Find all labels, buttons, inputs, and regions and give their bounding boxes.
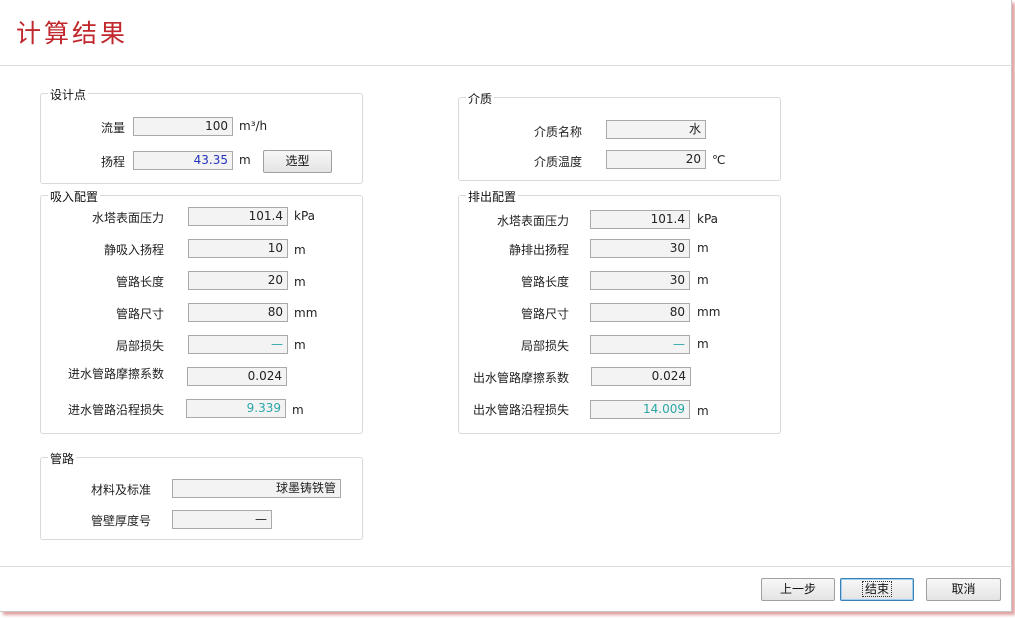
discharge-tower-pressure-field[interactable]: 101.4 [590, 210, 690, 229]
footer-divider [0, 566, 1012, 567]
discharge-friction-coef-field[interactable]: 0.024 [591, 367, 691, 386]
head-field[interactable]: 43.35 [133, 151, 233, 170]
discharge-static-head-unit: m [697, 241, 709, 255]
suction-friction-loss-field[interactable]: 9.339 [186, 399, 286, 418]
flow-label: 流量 [100, 121, 125, 135]
suction-pipe-size-label: 管路尺寸 [115, 307, 164, 321]
suction-friction-loss-label: 进水管路沿程损失 [67, 403, 164, 417]
discharge-pipe-length-unit: m [697, 273, 709, 287]
discharge-static-head-label: 静排出扬程 [508, 243, 569, 257]
flow-field[interactable]: 100 [133, 117, 233, 136]
discharge-config-group-title: 排出配置 [466, 188, 519, 205]
cancel-button[interactable]: 取消 [926, 578, 1001, 601]
suction-local-loss-label: 局部损失 [115, 339, 164, 353]
medium-temp-unit: ℃ [712, 153, 726, 167]
medium-group-title: 介质 [466, 90, 495, 107]
finish-button[interactable]: 结束 [840, 578, 914, 601]
discharge-pipe-length-field[interactable]: 30 [590, 271, 690, 290]
pipe-group-title: 管路 [48, 450, 77, 467]
suction-pipe-size-field[interactable]: 80 [188, 303, 288, 322]
pipe-material-label: 材料及标准 [90, 483, 151, 497]
medium-name-field[interactable]: 水 [606, 120, 706, 139]
suction-config-group-title: 吸入配置 [48, 188, 101, 205]
suction-pipe-length-label: 管路长度 [115, 275, 164, 289]
suction-tower-pressure-label: 水塔表面压力 [91, 211, 164, 225]
discharge-local-loss-field[interactable]: — [590, 335, 690, 354]
head-label: 扬程 [100, 155, 125, 169]
medium-temp-label: 介质温度 [533, 155, 582, 169]
discharge-pipe-size-field[interactable]: 80 [590, 303, 690, 322]
discharge-friction-loss-label: 出水管路沿程损失 [472, 403, 569, 417]
medium-name-label: 介质名称 [533, 125, 582, 139]
suction-friction-coef-field[interactable]: 0.024 [187, 367, 287, 386]
suction-tower-pressure-unit: kPa [294, 209, 315, 223]
discharge-pipe-size-label: 管路尺寸 [520, 307, 569, 321]
suction-friction-loss-unit: m [292, 403, 304, 417]
discharge-pipe-length-label: 管路长度 [520, 275, 569, 289]
discharge-static-head-field[interactable]: 30 [590, 239, 690, 258]
discharge-local-loss-unit: m [697, 337, 709, 351]
suction-static-head-unit: m [294, 243, 306, 257]
design-point-group-title: 设计点 [48, 86, 89, 103]
discharge-tower-pressure-label: 水塔表面压力 [496, 214, 569, 228]
discharge-tower-pressure-unit: kPa [697, 212, 718, 226]
head-unit: m [239, 153, 251, 167]
calculation-result-window: 计算结果 设计点 流量 100 m³/h 扬程 43.35 m 选型 介质 介质… [0, 0, 1012, 612]
pipe-wall-thickness-field[interactable]: — [172, 510, 272, 529]
header-divider [0, 65, 1012, 66]
discharge-pipe-size-unit: mm [697, 305, 721, 319]
page-title: 计算结果 [16, 19, 129, 48]
suction-static-head-field[interactable]: 10 [188, 239, 288, 258]
discharge-friction-coef-label: 出水管路摩擦系数 [472, 371, 569, 385]
suction-tower-pressure-field[interactable]: 101.4 [188, 207, 288, 226]
suction-pipe-length-unit: m [294, 275, 306, 289]
suction-local-loss-field[interactable]: — [188, 335, 288, 354]
suction-static-head-label: 静吸入扬程 [103, 243, 164, 257]
pipe-material-field[interactable]: 球墨铸铁管 [172, 479, 341, 498]
suction-local-loss-unit: m [294, 338, 306, 352]
suction-pipe-length-field[interactable]: 20 [188, 271, 288, 290]
suction-pipe-size-unit: mm [294, 306, 318, 320]
select-model-button[interactable]: 选型 [263, 150, 332, 173]
discharge-friction-loss-field[interactable]: 14.009 [590, 400, 690, 419]
medium-temp-field[interactable]: 20 [606, 150, 706, 169]
suction-friction-coef-label: 进水管路摩擦系数 [67, 367, 164, 381]
finish-button-label: 结束 [861, 581, 893, 597]
previous-step-button[interactable]: 上一步 [761, 578, 835, 601]
pipe-wall-thickness-label: 管壁厚度号 [90, 514, 151, 528]
discharge-local-loss-label: 局部损失 [520, 339, 569, 353]
flow-unit: m³/h [239, 119, 268, 133]
discharge-friction-loss-unit: m [697, 404, 709, 418]
